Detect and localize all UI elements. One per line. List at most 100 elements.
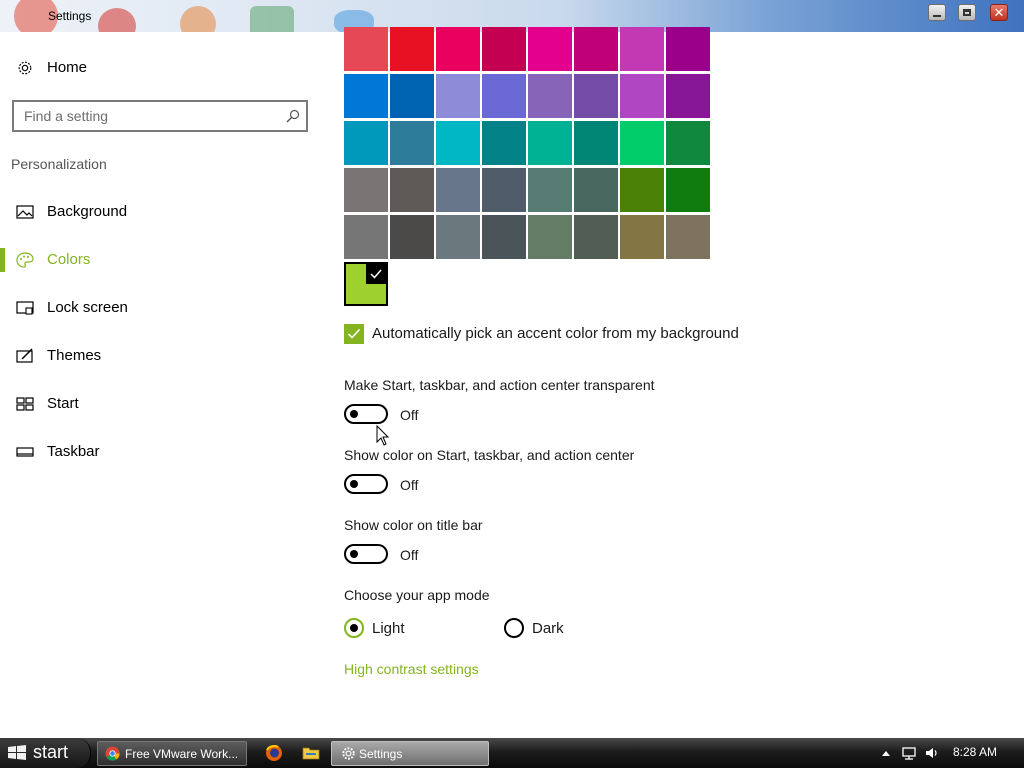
wallpaper-shape	[98, 8, 136, 32]
sidebar-item-home[interactable]: Home	[0, 48, 320, 88]
sidebar-item-taskbar[interactable]: Taskbar	[0, 432, 320, 472]
accent-color-swatch[interactable]	[620, 121, 664, 165]
accent-color-swatch[interactable]	[344, 121, 388, 165]
accent-color-swatch[interactable]	[528, 27, 572, 71]
clock: 8:28 AM	[953, 745, 998, 759]
accent-color-swatch[interactable]	[574, 168, 618, 212]
accent-color-swatch[interactable]	[436, 27, 480, 71]
palette-icon	[16, 252, 34, 268]
accent-color-swatch[interactable]	[344, 27, 388, 71]
sidebar-item-lock-screen[interactable]: Lock screen	[0, 288, 320, 328]
taskbar-item-settings[interactable]: Settings	[331, 741, 489, 766]
color-on-titlebar-label: Show color on title bar	[344, 517, 483, 533]
accent-color-swatch[interactable]	[344, 215, 388, 259]
accent-color-swatch[interactable]	[390, 74, 434, 118]
accent-color-swatch[interactable]	[390, 27, 434, 71]
accent-color-swatch[interactable]	[344, 168, 388, 212]
section-heading: Personalization	[11, 156, 107, 172]
accent-color-swatch[interactable]	[436, 215, 480, 259]
accent-color-swatch[interactable]	[436, 74, 480, 118]
high-contrast-settings-link[interactable]: High contrast settings	[344, 661, 479, 677]
close-button[interactable]: ✕	[990, 4, 1008, 21]
start-label: start	[33, 742, 69, 762]
accent-color-swatch[interactable]	[390, 215, 434, 259]
wallpaper-shape	[250, 6, 294, 32]
color-on-start-label: Show color on Start, taskbar, and action…	[344, 447, 635, 463]
maximize-button[interactable]	[958, 4, 976, 21]
accent-color-swatch[interactable]	[528, 215, 572, 259]
accent-color-swatch[interactable]	[666, 168, 710, 212]
sidebar-item-colors[interactable]: Colors	[0, 240, 320, 280]
mouse-pointer-icon	[376, 425, 390, 446]
app-mode-light-radio[interactable]	[344, 618, 364, 638]
accent-color-swatch[interactable]	[390, 168, 434, 212]
start-button[interactable]: start	[0, 738, 91, 768]
volume-icon[interactable]	[925, 746, 939, 760]
accent-color-swatch[interactable]	[482, 168, 526, 212]
sidebar-item-start[interactable]: Start	[0, 384, 320, 424]
selected-indicator	[0, 248, 5, 272]
color-on-titlebar-toggle[interactable]	[344, 544, 388, 564]
app-mode-light-label: Light	[372, 620, 405, 637]
toggle-knob	[350, 550, 358, 558]
accent-color-swatch[interactable]	[620, 168, 664, 212]
chrome-icon	[105, 746, 120, 761]
selected-corner	[366, 264, 386, 284]
taskbar-item-label: Free VMware Work...	[125, 747, 239, 761]
app-mode-dark-label: Dark	[532, 620, 564, 637]
app-mode-dark-radio[interactable]	[504, 618, 524, 638]
accent-color-swatch[interactable]	[620, 27, 664, 71]
chevron-up-icon[interactable]	[879, 746, 893, 760]
sidebar-item-themes[interactable]: Themes	[0, 336, 320, 376]
sidebar-item-label: Lock screen	[47, 299, 128, 316]
network-icon[interactable]	[902, 746, 916, 760]
sidebar: Home Find a setting Personalization Back…	[0, 32, 330, 738]
accent-color-swatch[interactable]	[528, 121, 572, 165]
accent-color-swatch[interactable]	[436, 121, 480, 165]
sidebar-item-label: Home	[47, 59, 88, 76]
window-title: Settings	[48, 9, 92, 23]
themes-icon	[16, 348, 33, 363]
accent-color-swatch[interactable]	[482, 74, 526, 118]
minimize-icon	[933, 14, 941, 17]
sidebar-item-label: Background	[47, 203, 128, 220]
checkmark-icon	[370, 269, 382, 279]
lock-screen-icon	[16, 301, 34, 315]
taskbar-item-chrome[interactable]: Free VMware Work...	[97, 741, 247, 766]
firefox-icon[interactable]	[265, 744, 283, 762]
accent-color-swatch[interactable]	[344, 74, 388, 118]
accent-color-swatch[interactable]	[482, 27, 526, 71]
minimize-button[interactable]	[928, 4, 946, 21]
folder-icon[interactable]	[302, 744, 320, 762]
accent-color-swatch[interactable]	[482, 215, 526, 259]
sidebar-item-background[interactable]: Background	[0, 192, 320, 232]
accent-color-swatch[interactable]	[574, 121, 618, 165]
accent-color-swatch[interactable]	[528, 74, 572, 118]
transparency-toggle[interactable]	[344, 404, 388, 424]
search-placeholder: Find a setting	[24, 108, 109, 124]
accent-color-swatch[interactable]	[574, 74, 618, 118]
taskbar-icon	[16, 447, 34, 457]
auto-pick-accent-checkbox[interactable]	[344, 324, 364, 344]
accent-color-swatch[interactable]	[666, 74, 710, 118]
search-input[interactable]: Find a setting	[12, 100, 308, 132]
search-icon[interactable]	[286, 109, 300, 123]
start-tiles-icon	[16, 397, 34, 411]
accent-color-grid	[344, 27, 710, 259]
accent-color-swatch[interactable]	[574, 27, 618, 71]
picture-icon	[16, 205, 34, 219]
accent-color-swatch[interactable]	[666, 121, 710, 165]
color-on-start-state: Off	[400, 477, 419, 493]
accent-color-swatch[interactable]	[390, 121, 434, 165]
accent-color-swatch[interactable]	[666, 27, 710, 71]
color-on-start-toggle[interactable]	[344, 474, 388, 494]
selected-accent-swatch[interactable]	[344, 262, 388, 306]
accent-color-swatch[interactable]	[574, 215, 618, 259]
accent-color-swatch[interactable]	[620, 74, 664, 118]
accent-color-swatch[interactable]	[482, 121, 526, 165]
accent-color-swatch[interactable]	[666, 215, 710, 259]
accent-color-swatch[interactable]	[620, 215, 664, 259]
accent-color-swatch[interactable]	[528, 168, 572, 212]
accent-color-swatch[interactable]	[436, 168, 480, 212]
taskbar-item-label: Settings	[359, 747, 403, 761]
